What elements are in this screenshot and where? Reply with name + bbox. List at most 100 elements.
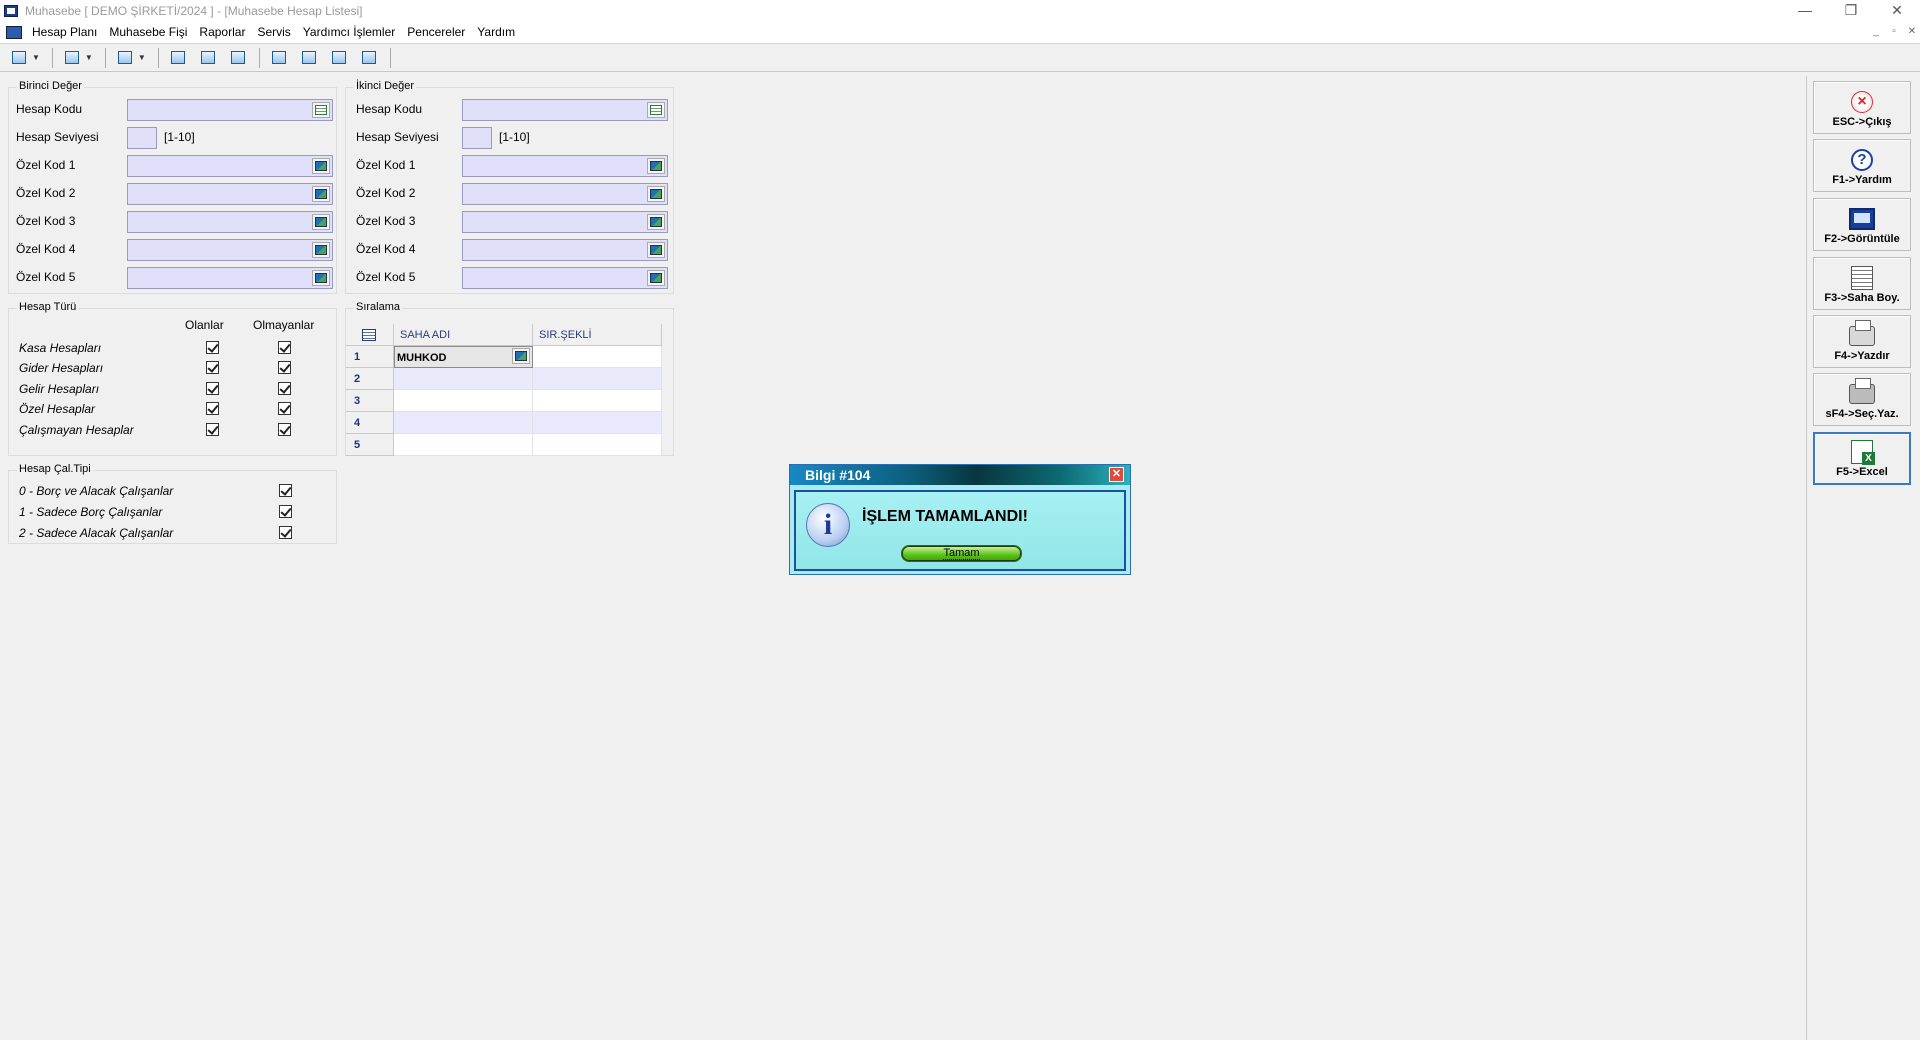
dialog-close-button[interactable]: ✕ bbox=[1109, 467, 1124, 482]
lookup-button[interactable] bbox=[647, 270, 665, 286]
ozel-kod-4-input[interactable] bbox=[462, 239, 668, 261]
lookup-button[interactable] bbox=[647, 186, 665, 202]
f1-yardim-button[interactable]: ? F1->Yardım bbox=[1813, 139, 1911, 192]
toolbar-tile-1-button[interactable] bbox=[268, 47, 290, 69]
calismayan-olmayanlar-checkbox[interactable] bbox=[278, 423, 291, 436]
hesap-kodu-input[interactable] bbox=[462, 99, 668, 121]
toolbar-window-2-button[interactable] bbox=[197, 47, 219, 69]
exit-icon: × bbox=[1849, 90, 1875, 114]
ozel-kod-1-label: Özel Kod 1 bbox=[16, 158, 76, 172]
menu-servis[interactable]: Servis bbox=[251, 22, 296, 43]
lookup-button[interactable] bbox=[312, 270, 330, 286]
gelir-olmayanlar-checkbox[interactable] bbox=[278, 382, 291, 395]
ozel-olmayanlar-checkbox[interactable] bbox=[278, 402, 291, 415]
hesap-seviyesi-input[interactable] bbox=[127, 127, 157, 149]
ozel-kod-1-input[interactable] bbox=[462, 155, 668, 177]
table-cell[interactable] bbox=[394, 390, 533, 412]
gider-olmayanlar-checkbox[interactable] bbox=[278, 361, 291, 374]
kasa-olanlar-checkbox[interactable] bbox=[206, 341, 219, 354]
group-title: İkinci Değer bbox=[354, 80, 417, 92]
table-cell[interactable] bbox=[394, 368, 533, 390]
table-cell[interactable] bbox=[533, 412, 662, 434]
borc-alacak-checkbox[interactable] bbox=[279, 484, 292, 497]
mdi-close-button[interactable]: ✕ bbox=[1906, 26, 1918, 38]
f5-excel-button[interactable]: F5->Excel bbox=[1813, 432, 1911, 485]
gelir-olanlar-checkbox[interactable] bbox=[206, 382, 219, 395]
ozel-kod-2-input[interactable] bbox=[462, 183, 668, 205]
table-cell[interactable] bbox=[533, 390, 662, 412]
table-cell[interactable] bbox=[533, 434, 662, 456]
ozel-kod-4-input[interactable] bbox=[127, 239, 333, 261]
ozel-kod-3-input[interactable] bbox=[462, 211, 668, 233]
lookup-button[interactable] bbox=[312, 242, 330, 258]
lookup-button[interactable] bbox=[312, 214, 330, 230]
ok-button[interactable]: Tamam bbox=[901, 545, 1022, 562]
ozel-olanlar-checkbox[interactable] bbox=[206, 402, 219, 415]
tile-icon bbox=[271, 51, 286, 64]
toolbar-grid-button[interactable] bbox=[358, 47, 380, 69]
group-title: Sıralama bbox=[354, 301, 403, 313]
group-title: Hesap Çal.Tipi bbox=[17, 463, 93, 475]
sf4-sec-yaz-button[interactable]: sF4->Seç.Yaz. bbox=[1813, 373, 1911, 426]
ozel-kod-5-input[interactable] bbox=[462, 267, 668, 289]
close-button[interactable]: ✕ bbox=[1874, 0, 1920, 22]
chevron-down-icon[interactable]: ▼ bbox=[138, 53, 146, 62]
table-cell[interactable] bbox=[394, 434, 533, 456]
row-number: 5 bbox=[346, 434, 394, 456]
table-cell[interactable] bbox=[533, 368, 662, 390]
lookup-button[interactable] bbox=[312, 102, 330, 118]
hesap-seviyesi-input[interactable] bbox=[462, 127, 492, 149]
lookup-button[interactable] bbox=[312, 158, 330, 174]
f4-yazdir-button[interactable]: F4->Yazdır bbox=[1813, 315, 1911, 368]
lookup-button[interactable] bbox=[647, 158, 665, 174]
document-window-icon[interactable] bbox=[6, 26, 22, 39]
chevron-down-icon[interactable]: ▼ bbox=[32, 53, 40, 62]
toolbar-exit-button[interactable] bbox=[8, 47, 30, 69]
picker-icon bbox=[650, 189, 662, 199]
menu-yardimci-islemler[interactable]: Yardımcı İşlemler bbox=[297, 22, 401, 43]
sadece-borc-checkbox[interactable] bbox=[279, 505, 292, 518]
f2-goruntule-button[interactable]: F2->Görüntüle bbox=[1813, 198, 1911, 251]
menu-raporlar[interactable]: Raporlar bbox=[193, 22, 251, 43]
toolbar-help-button[interactable] bbox=[61, 47, 83, 69]
calismayan-olanlar-checkbox[interactable] bbox=[206, 423, 219, 436]
restore-button[interactable]: ❐ bbox=[1828, 0, 1874, 22]
grid-corner[interactable] bbox=[346, 324, 394, 346]
menu-muhasebe-fisi[interactable]: Muhasebe Fişi bbox=[103, 22, 193, 43]
toolbar-list-button[interactable] bbox=[227, 47, 249, 69]
toolbar-users-button[interactable] bbox=[114, 47, 136, 69]
menu-hesap-plani[interactable]: Hesap Planı bbox=[26, 22, 103, 43]
ozel-kod-1-input[interactable] bbox=[127, 155, 333, 177]
esc-cikis-button[interactable]: × ESC->Çıkış bbox=[1813, 81, 1911, 134]
lookup-button[interactable] bbox=[312, 186, 330, 202]
toolbar-tile-2-button[interactable] bbox=[298, 47, 320, 69]
lookup-button[interactable] bbox=[647, 242, 665, 258]
ozel-kod-4-label: Özel Kod 4 bbox=[356, 242, 416, 256]
group-title: Hesap Türü bbox=[17, 301, 79, 313]
ozel-kod-5-input[interactable] bbox=[127, 267, 333, 289]
gider-olanlar-checkbox[interactable] bbox=[206, 361, 219, 374]
menu-pencereler[interactable]: Pencereler bbox=[401, 22, 471, 43]
kasa-olmayanlar-checkbox[interactable] bbox=[278, 341, 291, 354]
hesap-kodu-input[interactable] bbox=[127, 99, 333, 121]
toolbar-window-1-button[interactable] bbox=[167, 47, 189, 69]
ozel-kod-3-input[interactable] bbox=[127, 211, 333, 233]
lookup-button[interactable] bbox=[647, 102, 665, 118]
lookup-button[interactable] bbox=[512, 348, 530, 364]
menu-yardim[interactable]: Yardım bbox=[471, 22, 521, 43]
minimize-button[interactable]: — bbox=[1782, 0, 1828, 22]
mdi-minimize-button[interactable]: _ bbox=[1870, 26, 1882, 38]
saha-adi-header[interactable]: SAHA ADI bbox=[394, 324, 533, 346]
picker-icon bbox=[650, 273, 662, 283]
sadece-alacak-checkbox[interactable] bbox=[279, 526, 292, 539]
sir-sekli-header[interactable]: SIR.ŞEKLİ bbox=[533, 324, 662, 346]
f3-saha-boy-button[interactable]: F3->Saha Boy. bbox=[1813, 257, 1911, 310]
table-cell[interactable]: MUHKOD bbox=[394, 346, 533, 368]
chevron-down-icon[interactable]: ▼ bbox=[85, 53, 93, 62]
mdi-restore-button[interactable]: ▫ bbox=[1888, 26, 1900, 38]
ozel-kod-2-input[interactable] bbox=[127, 183, 333, 205]
lookup-button[interactable] bbox=[647, 214, 665, 230]
table-cell[interactable] bbox=[533, 346, 662, 368]
toolbar-cascade-button[interactable] bbox=[328, 47, 350, 69]
table-cell[interactable] bbox=[394, 412, 533, 434]
